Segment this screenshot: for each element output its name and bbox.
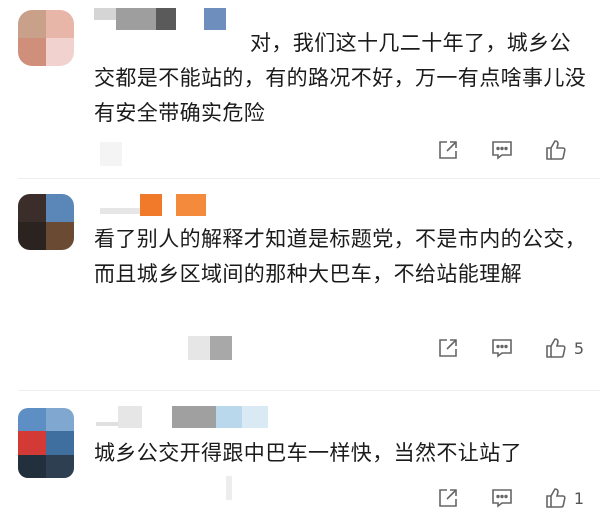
- share-out-icon: [439, 141, 457, 159]
- comment-text: 城乡公交开得跟中巴车一样快，当然不让站了: [94, 441, 522, 465]
- reply-button[interactable]: [490, 486, 514, 510]
- share-button[interactable]: [436, 336, 460, 360]
- like-button[interactable]: 1: [544, 486, 584, 510]
- share-out-icon: [439, 339, 457, 357]
- comment-text: 看了别人的解释才知道是标题党，不是市内的公交，而且城乡区域间的那种大巴车，不给站…: [94, 227, 587, 286]
- comment-meta: [226, 476, 232, 500]
- thumbs-up-icon: [546, 338, 566, 358]
- avatar[interactable]: [18, 408, 74, 478]
- divider: [18, 178, 600, 179]
- like-count: 5: [573, 338, 584, 358]
- like-button[interactable]: 5: [544, 336, 584, 360]
- comment-icon: [492, 489, 512, 508]
- avatar[interactable]: [18, 10, 74, 66]
- username[interactable]: [100, 192, 206, 218]
- share-button[interactable]: [436, 486, 460, 510]
- like-count: 1: [573, 488, 584, 508]
- comment-meta: [100, 142, 122, 166]
- comment-item: 对，我们这十几二十年了，城乡公交都是不能站的，有的路况不好，万一有点啥事儿没有安…: [0, 0, 600, 172]
- like-button[interactable]: [544, 138, 584, 162]
- comment-actions: 5: [406, 334, 584, 362]
- thumbs-up-icon: [546, 488, 566, 508]
- username[interactable]: [96, 404, 268, 430]
- comment-item: 城乡公交开得跟中巴车一样快，当然不让站了 1: [0, 392, 600, 512]
- share-out-icon: [439, 489, 457, 507]
- comment-icon: [492, 141, 512, 160]
- divider: [18, 390, 600, 391]
- comment-text: 对，我们这十几二十年了，城乡公交都是不能站的，有的路况不好，万一有点啥事儿没有安…: [94, 31, 587, 125]
- comment-item: 看了别人的解释才知道是标题党，不是市内的公交，而且城乡区域间的那种大巴车，不给站…: [0, 180, 600, 380]
- share-button[interactable]: [436, 138, 460, 162]
- comment-actions: 1: [406, 484, 584, 512]
- reply-button[interactable]: [490, 138, 514, 162]
- reply-button[interactable]: [490, 336, 514, 360]
- avatar[interactable]: [18, 194, 74, 250]
- comment-meta: [188, 336, 232, 360]
- thumbs-up-icon: [546, 140, 566, 160]
- comment-actions: [406, 136, 584, 164]
- comment-icon: [492, 339, 512, 358]
